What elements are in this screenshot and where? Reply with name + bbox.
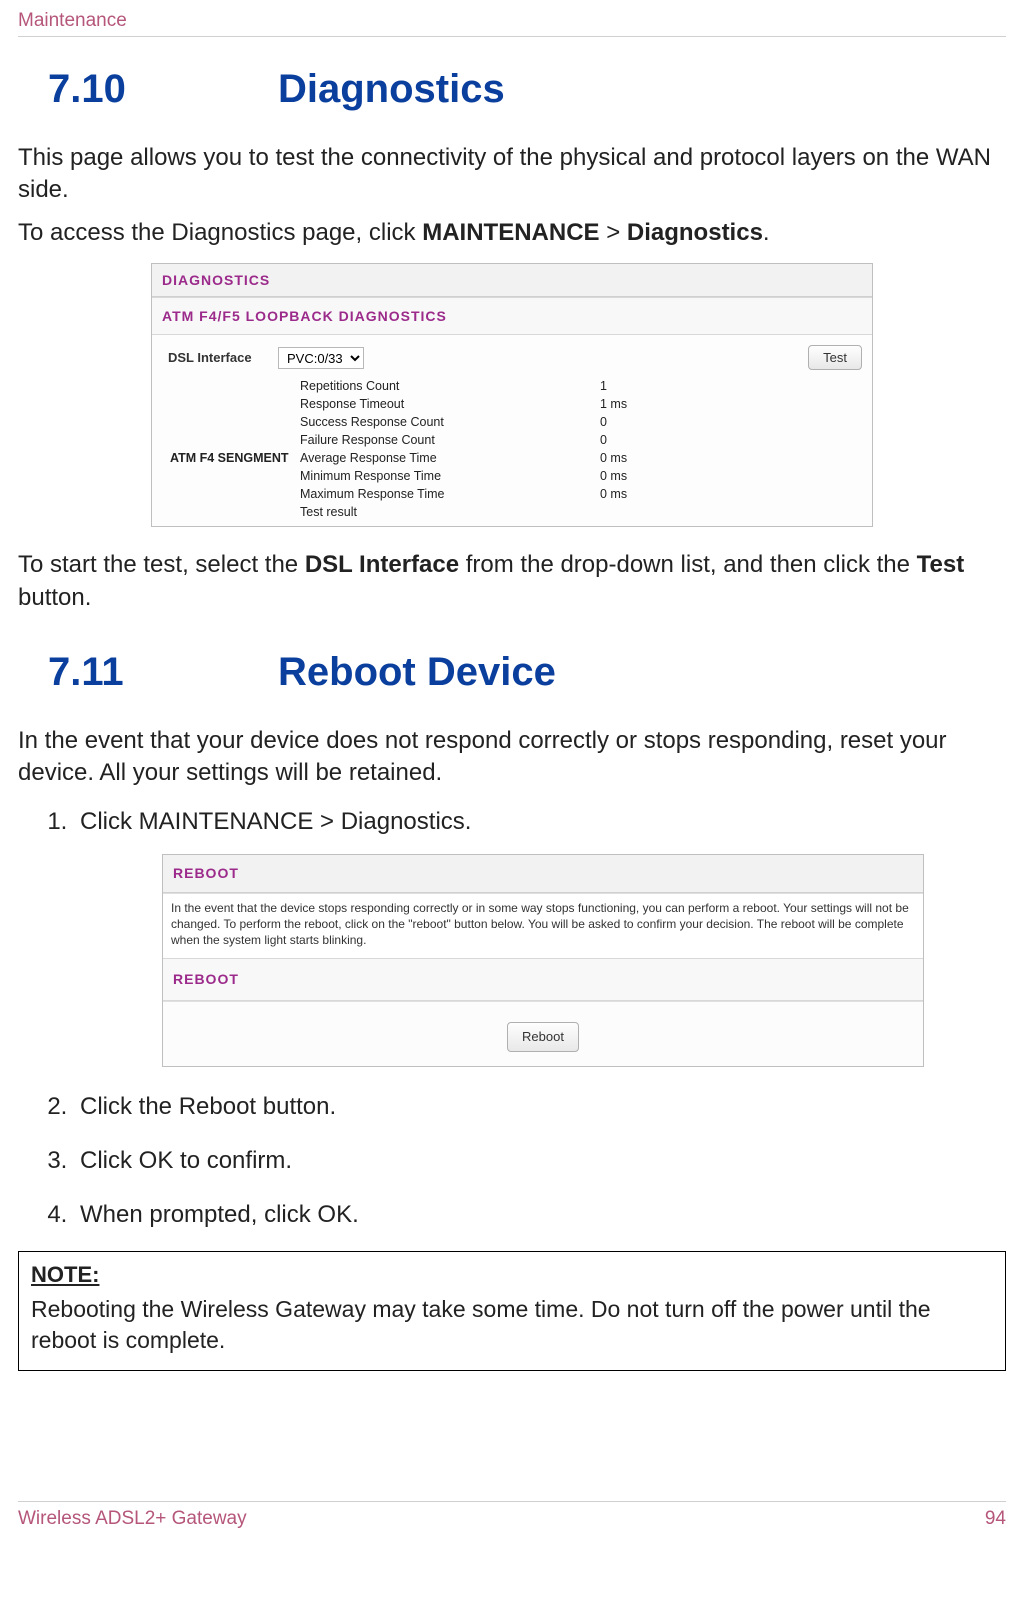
- list-item: Click the Reboot button.: [74, 1089, 1006, 1125]
- cell: [168, 475, 298, 477]
- panel-subtitle-reboot: REBOOT: [163, 958, 923, 1001]
- start-test-paragraph: To start the test, select the DSL Interf…: [18, 549, 1006, 614]
- panel-subtitle-loopback: ATM F4/F5 LOOPBACK DIAGNOSTICS: [152, 297, 872, 335]
- metric-value: 0: [598, 414, 862, 430]
- metric-label: Repetitions Count: [298, 378, 598, 394]
- text: .: [763, 219, 770, 246]
- text: Click the: [80, 1093, 179, 1120]
- reboot-button[interactable]: Reboot: [507, 1022, 579, 1052]
- metric-value: 0 ms: [598, 450, 862, 466]
- text: button.: [256, 1093, 336, 1120]
- dsl-interface-label: DSL Interface: [168, 350, 268, 365]
- text-bold: DSL Interface: [305, 551, 459, 578]
- text: .: [352, 1201, 359, 1228]
- text: To access the Diagnostics page, click: [18, 219, 422, 246]
- metric-value: 0 ms: [598, 486, 862, 502]
- panel-title-reboot: REBOOT: [163, 855, 923, 893]
- note-text: Rebooting the Wireless Gateway may take …: [31, 1294, 993, 1356]
- text-bold: Diagnostics: [341, 808, 465, 835]
- text-bold: Test: [917, 551, 965, 578]
- text: >: [600, 219, 627, 246]
- footer-page-number: 94: [985, 1508, 1006, 1530]
- metric-label: Maximum Response Time: [298, 486, 598, 502]
- reboot-steps: Click MAINTENANCE > Diagnostics. REBOOT …: [18, 804, 1006, 1234]
- footer-left: Wireless ADSL2+ Gateway: [18, 1508, 247, 1530]
- text: To start the test, select the: [18, 551, 305, 578]
- metric-value: 1: [598, 378, 862, 394]
- text-bold: OK: [139, 1147, 174, 1174]
- reboot-action-area: Reboot: [163, 1001, 923, 1066]
- text: When prompted, click: [80, 1201, 317, 1228]
- divider: [18, 1501, 1006, 1502]
- metric-label: Minimum Response Time: [298, 468, 598, 484]
- metric-value: 0: [598, 432, 862, 448]
- metric-value: [598, 511, 862, 513]
- cell: [168, 421, 298, 423]
- list-item: When prompted, click OK.: [74, 1197, 1006, 1233]
- text-bold: OK: [317, 1201, 352, 1228]
- text: .: [465, 808, 472, 835]
- note-label: NOTE:: [31, 1262, 993, 1288]
- section-number: 7.10: [48, 67, 278, 112]
- reboot-screenshot: REBOOT In the event that the device stop…: [162, 854, 924, 1068]
- metric-label: Success Response Count: [298, 414, 598, 430]
- cell: [168, 385, 298, 387]
- cell: [168, 439, 298, 441]
- panel-title-diagnostics: DIAGNOSTICS: [152, 264, 872, 297]
- section-title: Diagnostics: [278, 67, 505, 111]
- section-heading-diagnostics: 7.10Diagnostics: [18, 67, 1006, 112]
- metric-value: 1 ms: [598, 396, 862, 412]
- reboot-description: In the event that the device stops respo…: [163, 893, 923, 959]
- page-header: Maintenance: [18, 10, 1006, 34]
- text: to confirm.: [173, 1147, 292, 1174]
- metric-label: Test result: [298, 504, 598, 520]
- list-item: Click OK to confirm.: [74, 1143, 1006, 1179]
- cell: [168, 493, 298, 495]
- text-bold: MAINTENANCE: [139, 808, 314, 835]
- intro-paragraph: This page allows you to test the connect…: [18, 142, 1006, 207]
- dsl-interface-select[interactable]: PVC:0/33: [278, 347, 364, 369]
- text: from the drop-down list, and then click …: [459, 551, 917, 578]
- group-label: ATM F4 SENGMENT: [168, 450, 298, 466]
- section-heading-reboot: 7.11Reboot Device: [18, 650, 1006, 695]
- access-paragraph: To access the Diagnostics page, click MA…: [18, 217, 1006, 249]
- divider: [18, 36, 1006, 37]
- section-title: Reboot Device: [278, 650, 556, 694]
- diagnostics-table: Repetitions Count1 Response Timeout1 ms …: [168, 378, 862, 520]
- metric-label: Response Timeout: [298, 396, 598, 412]
- metric-label: Failure Response Count: [298, 432, 598, 448]
- cell: [168, 511, 298, 513]
- section-number: 7.11: [48, 650, 278, 695]
- submenu-name: Diagnostics: [627, 219, 763, 246]
- text: Click: [80, 1147, 139, 1174]
- text: Click: [80, 808, 139, 835]
- page-footer: Wireless ADSL2+ Gateway 94: [18, 1508, 1006, 1550]
- menu-name: MAINTENANCE: [422, 219, 599, 246]
- reboot-intro-paragraph: In the event that your device does not r…: [18, 725, 1006, 790]
- metric-label: Average Response Time: [298, 450, 598, 466]
- note-box: NOTE: Rebooting the Wireless Gateway may…: [18, 1251, 1006, 1371]
- text: >: [313, 808, 340, 835]
- list-item: Click MAINTENANCE > Diagnostics. REBOOT …: [74, 804, 1006, 1068]
- metric-value: 0 ms: [598, 468, 862, 484]
- test-button[interactable]: Test: [808, 345, 862, 370]
- text: button.: [18, 584, 91, 611]
- cell: [168, 403, 298, 405]
- diagnostics-screenshot: DIAGNOSTICS ATM F4/F5 LOOPBACK DIAGNOSTI…: [151, 263, 873, 527]
- diagnostics-body: DSL Interface PVC:0/33 Test Repetitions …: [152, 335, 872, 526]
- text-bold: Reboot: [179, 1093, 256, 1120]
